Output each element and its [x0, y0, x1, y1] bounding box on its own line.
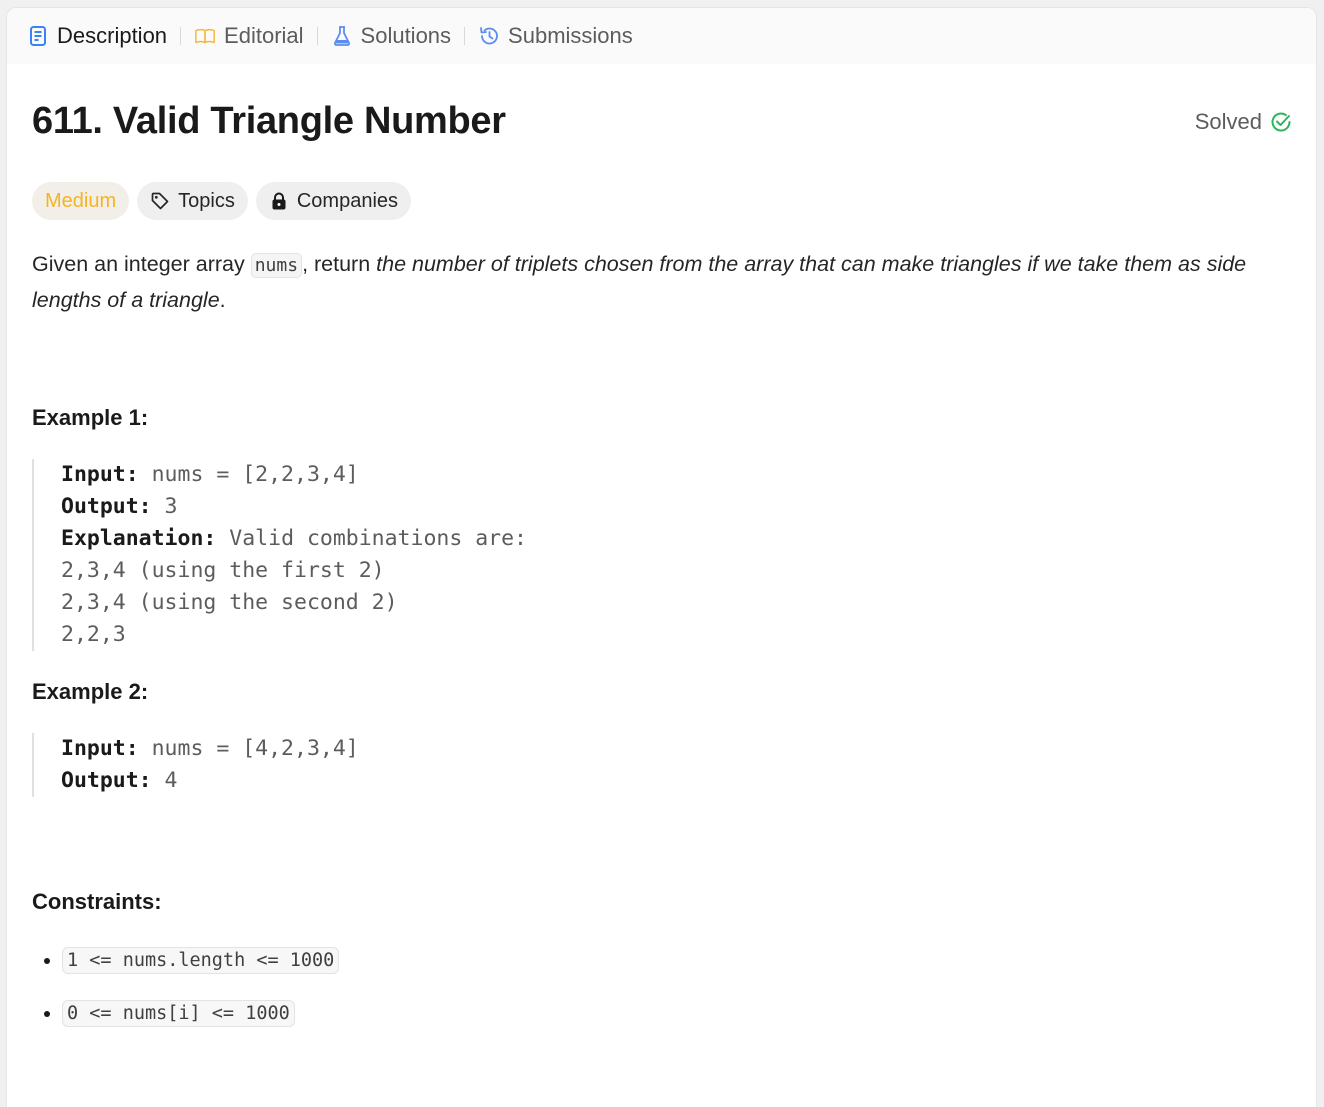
tag-row: Medium Topics Companies [32, 182, 1291, 220]
tag-icon [150, 191, 170, 211]
example-2-heading: Example 2: [32, 679, 149, 704]
tab-submissions[interactable]: Submissions [478, 23, 633, 49]
constraint-item: 1 <= nums.length <= 1000 [62, 945, 1291, 976]
companies-label: Companies [296, 189, 399, 212]
difficulty-badge: Medium [32, 182, 130, 220]
example-1-output-value: 3 [151, 494, 178, 519]
check-circle-icon [1270, 111, 1292, 133]
example-1-input-label: Input: [61, 462, 139, 487]
topics-button[interactable]: Topics [137, 182, 248, 220]
example-1-explanation-line: 2,2,3 [61, 622, 126, 647]
constraint-item: 0 <= nums[i] <= 1000 [62, 998, 1291, 1029]
constraints-heading: Constraints: [32, 889, 162, 914]
tab-divider [464, 27, 466, 45]
desc-inline-code: nums [250, 253, 303, 278]
solved-status: Solved [1195, 109, 1292, 135]
tab-description-label: Description [57, 23, 168, 48]
example-1-heading: Example 1: [32, 405, 149, 430]
tab-divider [180, 27, 182, 45]
problem-panel: Description Editorial Solutions Submissi… [6, 7, 1317, 1107]
tab-submissions-label: Submissions [508, 23, 633, 48]
solved-label: Solved [1194, 109, 1262, 134]
constraint-code: 0 <= nums[i] <= 1000 [62, 1000, 295, 1027]
example-2-output-value: 4 [151, 768, 178, 793]
problem-title[interactable]: 611. Valid Triangle Number [32, 100, 506, 143]
description-icon [27, 25, 49, 47]
tab-divider [316, 27, 318, 45]
title-row: 611. Valid Triangle Number Solved [32, 64, 1291, 182]
example-1-explanation-label: Explanation: [61, 526, 217, 551]
flask-icon [331, 25, 353, 47]
constraint-code: 1 <= nums.length <= 1000 [62, 947, 340, 974]
book-icon [194, 25, 216, 47]
example-1-explanation-value: Valid combinations are: [216, 526, 540, 551]
tab-editorial[interactable]: Editorial [194, 23, 304, 49]
desc-suffix: . [219, 288, 226, 312]
example-1-input-value: nums = [2,2,3,4] [138, 462, 359, 487]
example-2-input-label: Input: [61, 736, 139, 761]
lock-icon [269, 191, 289, 211]
example-1-output-label: Output: [61, 494, 152, 519]
example-1-block: Input: nums = [2,2,3,4] Output: 3 Explan… [32, 459, 1291, 651]
companies-button[interactable]: Companies [255, 182, 412, 220]
example-1-explanation-line: 2,3,4 (using the second 2) [61, 590, 398, 615]
problem-content: 611. Valid Triangle Number Solved Medium… [7, 64, 1316, 1029]
tab-description[interactable]: Description [27, 23, 167, 49]
tab-bar: Description Editorial Solutions Submissi… [7, 8, 1316, 64]
tab-editorial-label: Editorial [224, 23, 304, 48]
tab-solutions[interactable]: Solutions [331, 23, 452, 49]
constraints-list: 1 <= nums.length <= 1000 0 <= nums[i] <=… [32, 945, 1291, 1029]
example-2-input-value: nums = [4,2,3,4] [138, 736, 359, 761]
tab-solutions-label: Solutions [360, 23, 452, 48]
example-1-explanation-line: 2,3,4 (using the first 2) [61, 558, 385, 583]
topics-label: Topics [178, 189, 235, 212]
desc-middle: , return [302, 252, 377, 276]
history-icon [478, 25, 500, 47]
problem-description: Given an integer array nums, return the … [32, 247, 1291, 317]
example-2-output-label: Output: [61, 768, 152, 793]
constraints-section: Constraints: 1 <= nums.length <= 1000 0 … [32, 889, 1291, 1029]
example-2-block: Input: nums = [4,2,3,4] Output: 4 [32, 733, 1291, 797]
desc-prefix: Given an integer array [32, 252, 251, 276]
